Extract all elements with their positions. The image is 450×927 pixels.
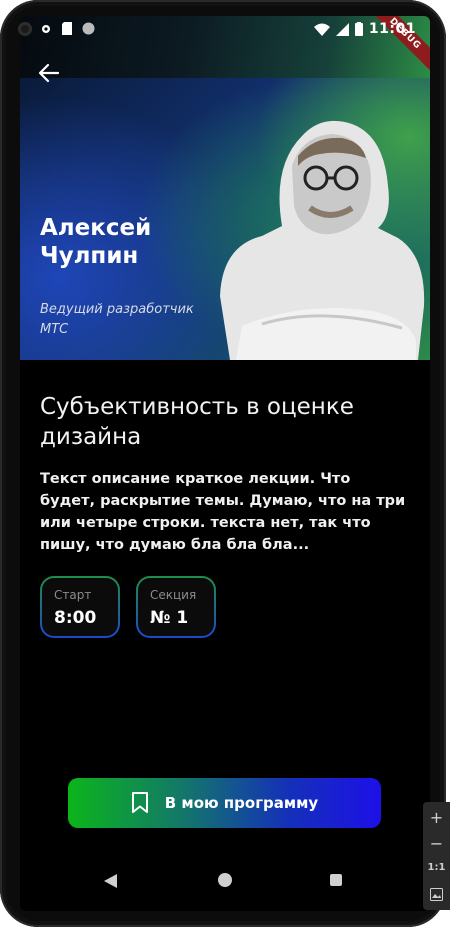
start-time-chip: Старт 8:00: [40, 576, 120, 638]
sd-card-icon: [62, 22, 72, 35]
speaker-name: Алексей Чулпин: [40, 215, 152, 269]
zoom-out-button[interactable]: −: [423, 834, 450, 853]
nav-home-icon[interactable]: [218, 873, 232, 887]
back-arrow-icon[interactable]: [36, 60, 62, 86]
battery-icon: [354, 22, 363, 36]
circle-icon: [82, 22, 95, 35]
chip-label-section: Секция: [150, 588, 197, 602]
speaker-photo: [220, 120, 425, 360]
speaker-role: Ведущий разработчик МТС: [40, 302, 194, 337]
phone-frame: Алексей Чулпин Ведущий разработчик МТС D…: [0, 0, 446, 927]
bookmark-icon: [131, 792, 148, 813]
wifi-icon: [313, 23, 330, 36]
signal-icon: [335, 22, 349, 36]
clock: 11:01: [368, 21, 416, 37]
system-navbar: [20, 852, 430, 908]
app-screen: Алексей Чулпин Ведущий разработчик МТС D…: [20, 16, 430, 911]
nav-recents-icon[interactable]: [330, 874, 342, 886]
settings-icon: [42, 24, 50, 33]
section-chip: Секция № 1: [136, 576, 216, 638]
emulator-zoom-panel: + − 1:1: [423, 802, 450, 910]
zoom-reset-button[interactable]: 1:1: [423, 862, 450, 873]
add-to-program-button[interactable]: В мою программу: [68, 778, 381, 828]
lecture-description: Текст описание краткое лекции. Что будет…: [40, 471, 406, 553]
nav-back-icon[interactable]: [104, 874, 118, 888]
chip-value-start: 8:00: [54, 608, 97, 628]
chip-value-section: № 1: [150, 608, 189, 628]
zoom-in-button[interactable]: +: [423, 808, 450, 827]
chip-label-start: Старт: [54, 588, 92, 602]
lecture-title: Субъективность в оценке дизайна: [40, 394, 354, 450]
front-camera: [18, 22, 32, 36]
add-to-program-label: В мою программу: [164, 794, 319, 812]
screenshot-icon[interactable]: [430, 888, 443, 901]
status-bar: 11:01: [20, 16, 430, 46]
